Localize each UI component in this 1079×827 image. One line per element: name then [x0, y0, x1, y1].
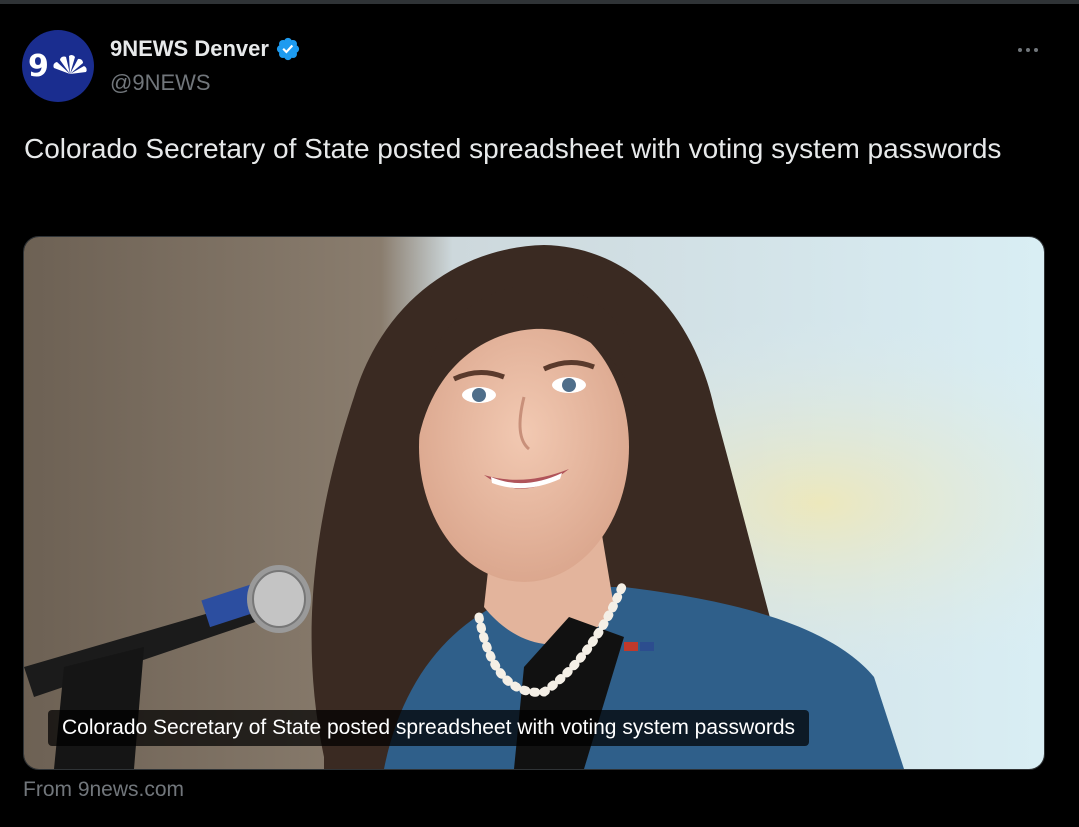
account-handle[interactable]: @9NEWS [110, 70, 211, 96]
display-name[interactable]: 9NEWS Denver [110, 36, 269, 62]
tweet[interactable]: 9 9NEWS Denver @9NEWS Colorado Secretary… [0, 4, 1079, 827]
dot [1026, 48, 1030, 52]
tweet-text: Colorado Secretary of State posted sprea… [24, 133, 1002, 164]
dot [1034, 48, 1038, 52]
card-source-link[interactable]: From 9news.com [23, 778, 184, 802]
dot [1018, 48, 1022, 52]
avatar[interactable]: 9 [22, 30, 94, 102]
verified-badge-icon [276, 37, 300, 61]
account-name-row[interactable]: 9NEWS Denver [110, 34, 301, 64]
link-card-image[interactable]: Colorado Secretary of State posted sprea… [23, 236, 1045, 770]
avatar-logo-text: 9 [28, 49, 49, 84]
more-options-icon[interactable] [1010, 36, 1046, 64]
article-photo [24, 237, 1044, 769]
card-headline: Colorado Secretary of State posted sprea… [48, 710, 810, 746]
nbc-peacock-icon: 9 [28, 49, 87, 84]
